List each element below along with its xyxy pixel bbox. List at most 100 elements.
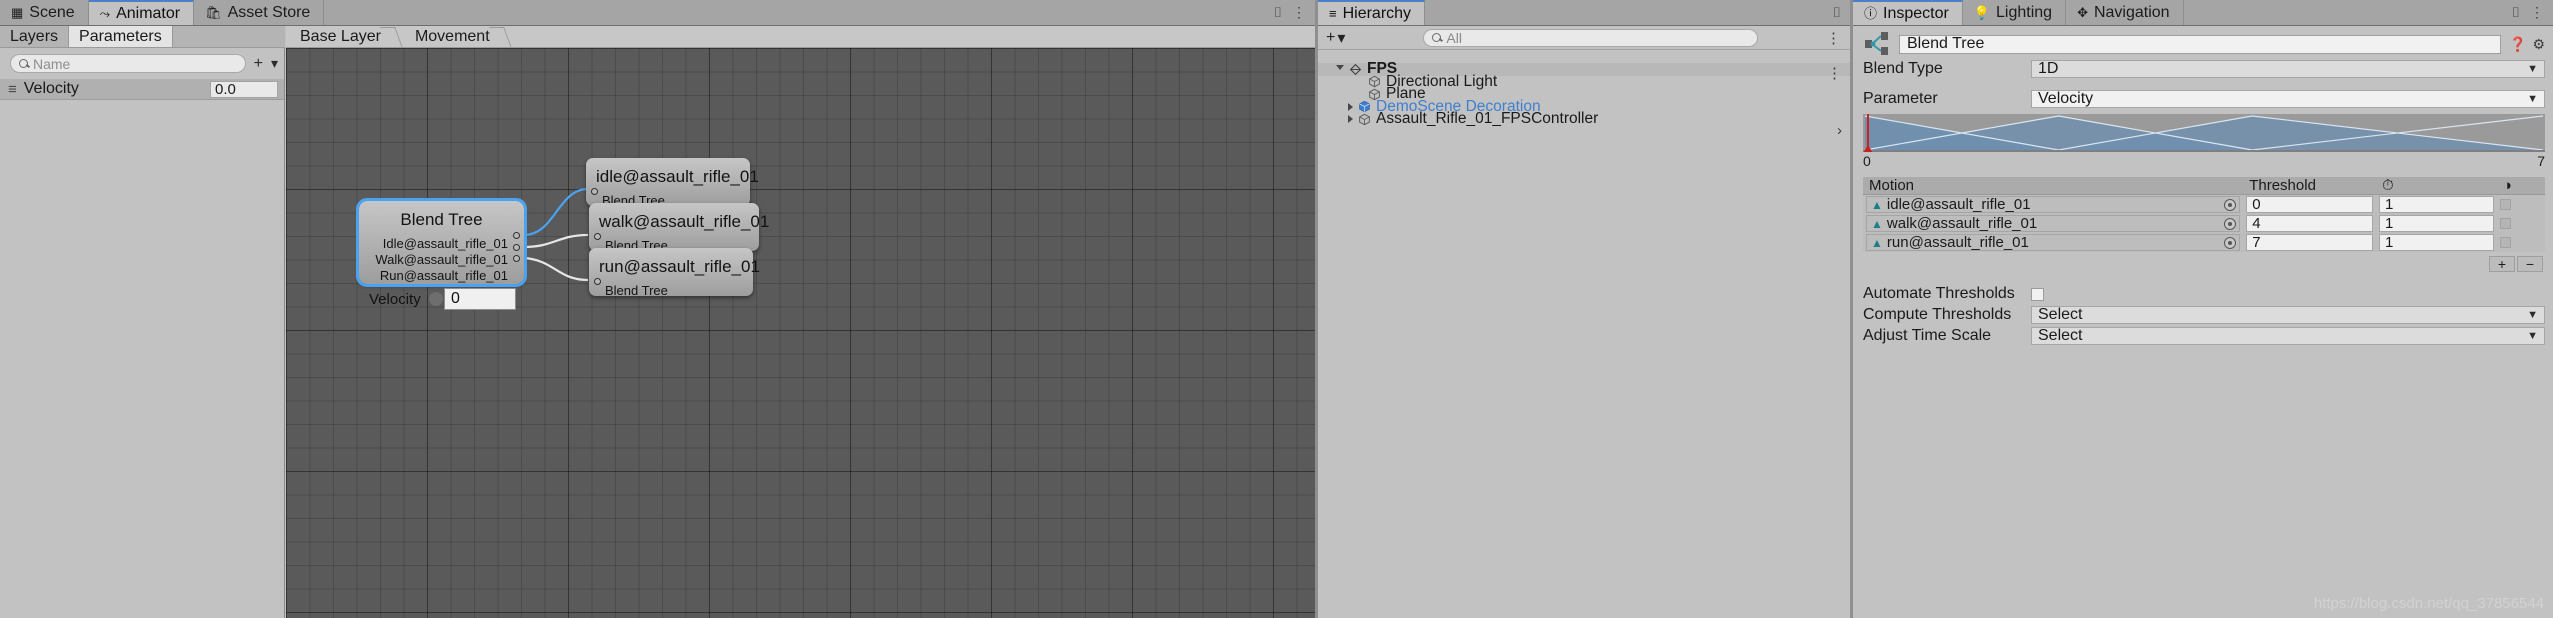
motion-name-walk: walk@assault_rifle_01 — [1886, 215, 2038, 232]
chevron-down-icon[interactable] — [1336, 64, 1344, 74]
blend-tree-slider[interactable] — [428, 292, 443, 306]
parameter-row-velocity[interactable]: ≡ Velocity 0.0 — [0, 79, 284, 100]
state-node-run[interactable]: run@assault_rifle_01 Blend Tree — [589, 248, 760, 298]
tab-scene-label: Scene — [29, 3, 75, 21]
tab-scene[interactable]: ▦ Scene — [0, 0, 89, 25]
adjust-time-scale-row: Adjust Time Scale Select ▼ — [1863, 327, 2545, 345]
asset-name-input[interactable]: Blend Tree — [1899, 34, 2501, 54]
mirror-checkbox-idle[interactable] — [2499, 199, 2511, 210]
motion-field-walk[interactable]: ▲ walk@assault_rifle_01 — [1866, 215, 2241, 232]
state-node-walk[interactable]: walk@assault_rifle_01 Blend Tree — [589, 203, 769, 253]
chevron-right-icon[interactable] — [1348, 102, 1353, 111]
hierarchy-row-spacer — [1318, 50, 1850, 63]
hierarchy-tree: FPS Directional Light Plane DemoScene De… — [1318, 50, 1850, 127]
chevron-down-icon: ▾ — [1337, 29, 1346, 47]
kebab-menu-icon[interactable]: ⋮ — [2530, 4, 2544, 21]
hierarchy-kebab-menu[interactable]: ⋮ — [1826, 29, 1842, 47]
port-out-walk[interactable] — [513, 244, 520, 251]
hierarchy-overflow-chevron[interactable]: › — [1837, 122, 1842, 139]
tab-inspector[interactable]: ⓘ Inspector — [1853, 0, 1963, 25]
prefab-icon — [1359, 101, 1370, 113]
animator-state-graph[interactable]: idle@assault_rifle_01 Blend Tree walk@as… — [286, 48, 1315, 618]
threshold-input-idle[interactable]: 0 — [2246, 196, 2373, 213]
breadcrumb-base-layer[interactable]: Base Layer — [286, 26, 401, 48]
hierarchy-item-assault-rifle-controller[interactable]: Assault_Rifle_01_FPSController — [1318, 110, 1850, 127]
table-row[interactable]: ▲ run@assault_rifle_01 7 1 — [1863, 233, 2545, 252]
hierarchy-icon: ≡ — [1329, 6, 1337, 21]
help-icon[interactable]: ❓ — [2509, 36, 2526, 53]
motion-field-idle[interactable]: ▲ idle@assault_rifle_01 — [1866, 196, 2241, 213]
breadcrumb-movement-label: Movement — [414, 27, 490, 45]
threshold-input-walk[interactable]: 4 — [2246, 215, 2373, 232]
kebab-menu-icon[interactable]: ⋮ — [1292, 4, 1306, 21]
port-in-idle[interactable] — [591, 188, 598, 195]
speed-cell-run: 1 — [2375, 233, 2497, 252]
speed-input-walk[interactable]: 1 — [2378, 215, 2494, 232]
threshold-input-run[interactable]: 7 — [2246, 234, 2373, 251]
hierarchy-toolbar: + ▾ All ⋮ — [1318, 26, 1850, 50]
header-speed-icon: ⏱ — [2375, 177, 2497, 195]
parameter-search-placeholder: Name — [33, 55, 71, 72]
motion-cell-idle: ▲ idle@assault_rifle_01 — [1863, 194, 2244, 214]
table-row[interactable]: ▲ idle@assault_rifle_01 0 1 — [1863, 194, 2545, 214]
hierarchy-search-input[interactable]: All — [1423, 28, 1759, 47]
tab-navigation[interactable]: ✥ Navigation — [2066, 0, 2184, 25]
current-value-marker[interactable] — [1863, 114, 1873, 152]
lock-icon[interactable]: ⌷ — [2512, 4, 2520, 21]
add-motion-button[interactable]: + — [2489, 256, 2515, 272]
plus-icon: + — [1326, 28, 1336, 46]
compute-thresholds-dropdown[interactable]: Select ▼ — [2031, 306, 2545, 324]
automate-thresholds-checkbox[interactable] — [2031, 287, 2044, 301]
add-parameter-button[interactable]: + — [252, 55, 265, 73]
adjust-time-scale-dropdown[interactable]: Select ▼ — [2031, 327, 2545, 345]
tab-lighting[interactable]: 💡 Lighting — [1962, 0, 2067, 25]
speed-input-idle[interactable]: 1 — [2378, 196, 2494, 213]
blend-type-dropdown[interactable]: 1D ▼ — [2031, 60, 2545, 78]
lock-icon[interactable]: ⌷ — [1274, 4, 1282, 21]
motion-field-run[interactable]: ▲ run@assault_rifle_01 — [1866, 234, 2241, 251]
parameter-search-input[interactable]: Name — [10, 54, 246, 73]
animator-subtabs: Layers Parameters — [0, 26, 285, 48]
speed-input-run[interactable]: 1 — [2378, 234, 2494, 251]
inspector-tabstrip: ⓘ Inspector 💡 Lighting ✥ Navigation ⌷ ⋮ — [1853, 0, 2553, 26]
blend-type-value: 1D — [2038, 60, 2059, 77]
create-button[interactable]: + ▾ — [1326, 28, 1345, 48]
hierarchy-row-kebab[interactable]: ⋮ — [1827, 64, 1842, 82]
parameter-label: Parameter — [1863, 90, 1938, 107]
parameter-value-input[interactable]: 0.0 — [210, 80, 278, 98]
gear-icon[interactable]: ⚙ — [2532, 36, 2545, 53]
remove-motion-button[interactable]: − — [2517, 256, 2543, 272]
mirror-cell-run — [2496, 233, 2545, 252]
table-row[interactable]: ▲ walk@assault_rifle_01 4 1 — [1863, 214, 2545, 233]
chevron-down-icon[interactable]: ▾ — [271, 55, 278, 72]
object-picker-icon[interactable] — [2224, 198, 2237, 211]
blend-curve-graph[interactable] — [1863, 114, 2545, 152]
slider-knob[interactable] — [428, 292, 443, 306]
tab-animator[interactable]: ⤳ Animator — [88, 0, 195, 25]
state-node-blend-tree[interactable]: Blend Tree Idle@assault_rifle_01 Walk@as… — [356, 198, 527, 310]
object-picker-icon[interactable] — [2224, 217, 2237, 230]
parameter-dropdown[interactable]: Velocity ▼ — [2031, 90, 2545, 108]
port-in-walk[interactable] — [594, 233, 601, 240]
watermark: https://blog.csdn.net/qq_37856544 — [2313, 595, 2544, 612]
motion-name-idle: idle@assault_rifle_01 — [1886, 196, 2031, 213]
speed-cell-walk: 1 — [2375, 214, 2497, 233]
lock-icon[interactable]: ⌷ — [1833, 4, 1841, 21]
port-out-idle[interactable] — [513, 232, 520, 239]
tab-asset-store[interactable]: 🛍 Asset Store — [194, 0, 325, 25]
mirror-checkbox-walk[interactable] — [2499, 218, 2511, 229]
state-node-idle[interactable]: idle@assault_rifle_01 Blend Tree — [586, 158, 759, 208]
port-out-run[interactable] — [513, 255, 520, 262]
subtab-parameters[interactable]: Parameters — [69, 26, 173, 47]
tab-hierarchy[interactable]: ≡ Hierarchy — [1318, 0, 1426, 25]
mirror-cell-walk — [2496, 214, 2545, 233]
chevron-right-icon[interactable] — [1348, 115, 1353, 124]
breadcrumb-movement[interactable]: Movement — [401, 26, 510, 48]
mirror-checkbox-run[interactable] — [2499, 237, 2511, 248]
blend-tree-slider-value[interactable]: 0 — [444, 288, 516, 310]
port-in-run[interactable] — [594, 278, 601, 285]
drag-handle-icon[interactable]: ≡ — [8, 81, 17, 98]
header-threshold: Threshold — [2243, 177, 2376, 195]
object-picker-icon[interactable] — [2224, 236, 2237, 249]
subtab-layers[interactable]: Layers — [0, 26, 70, 47]
